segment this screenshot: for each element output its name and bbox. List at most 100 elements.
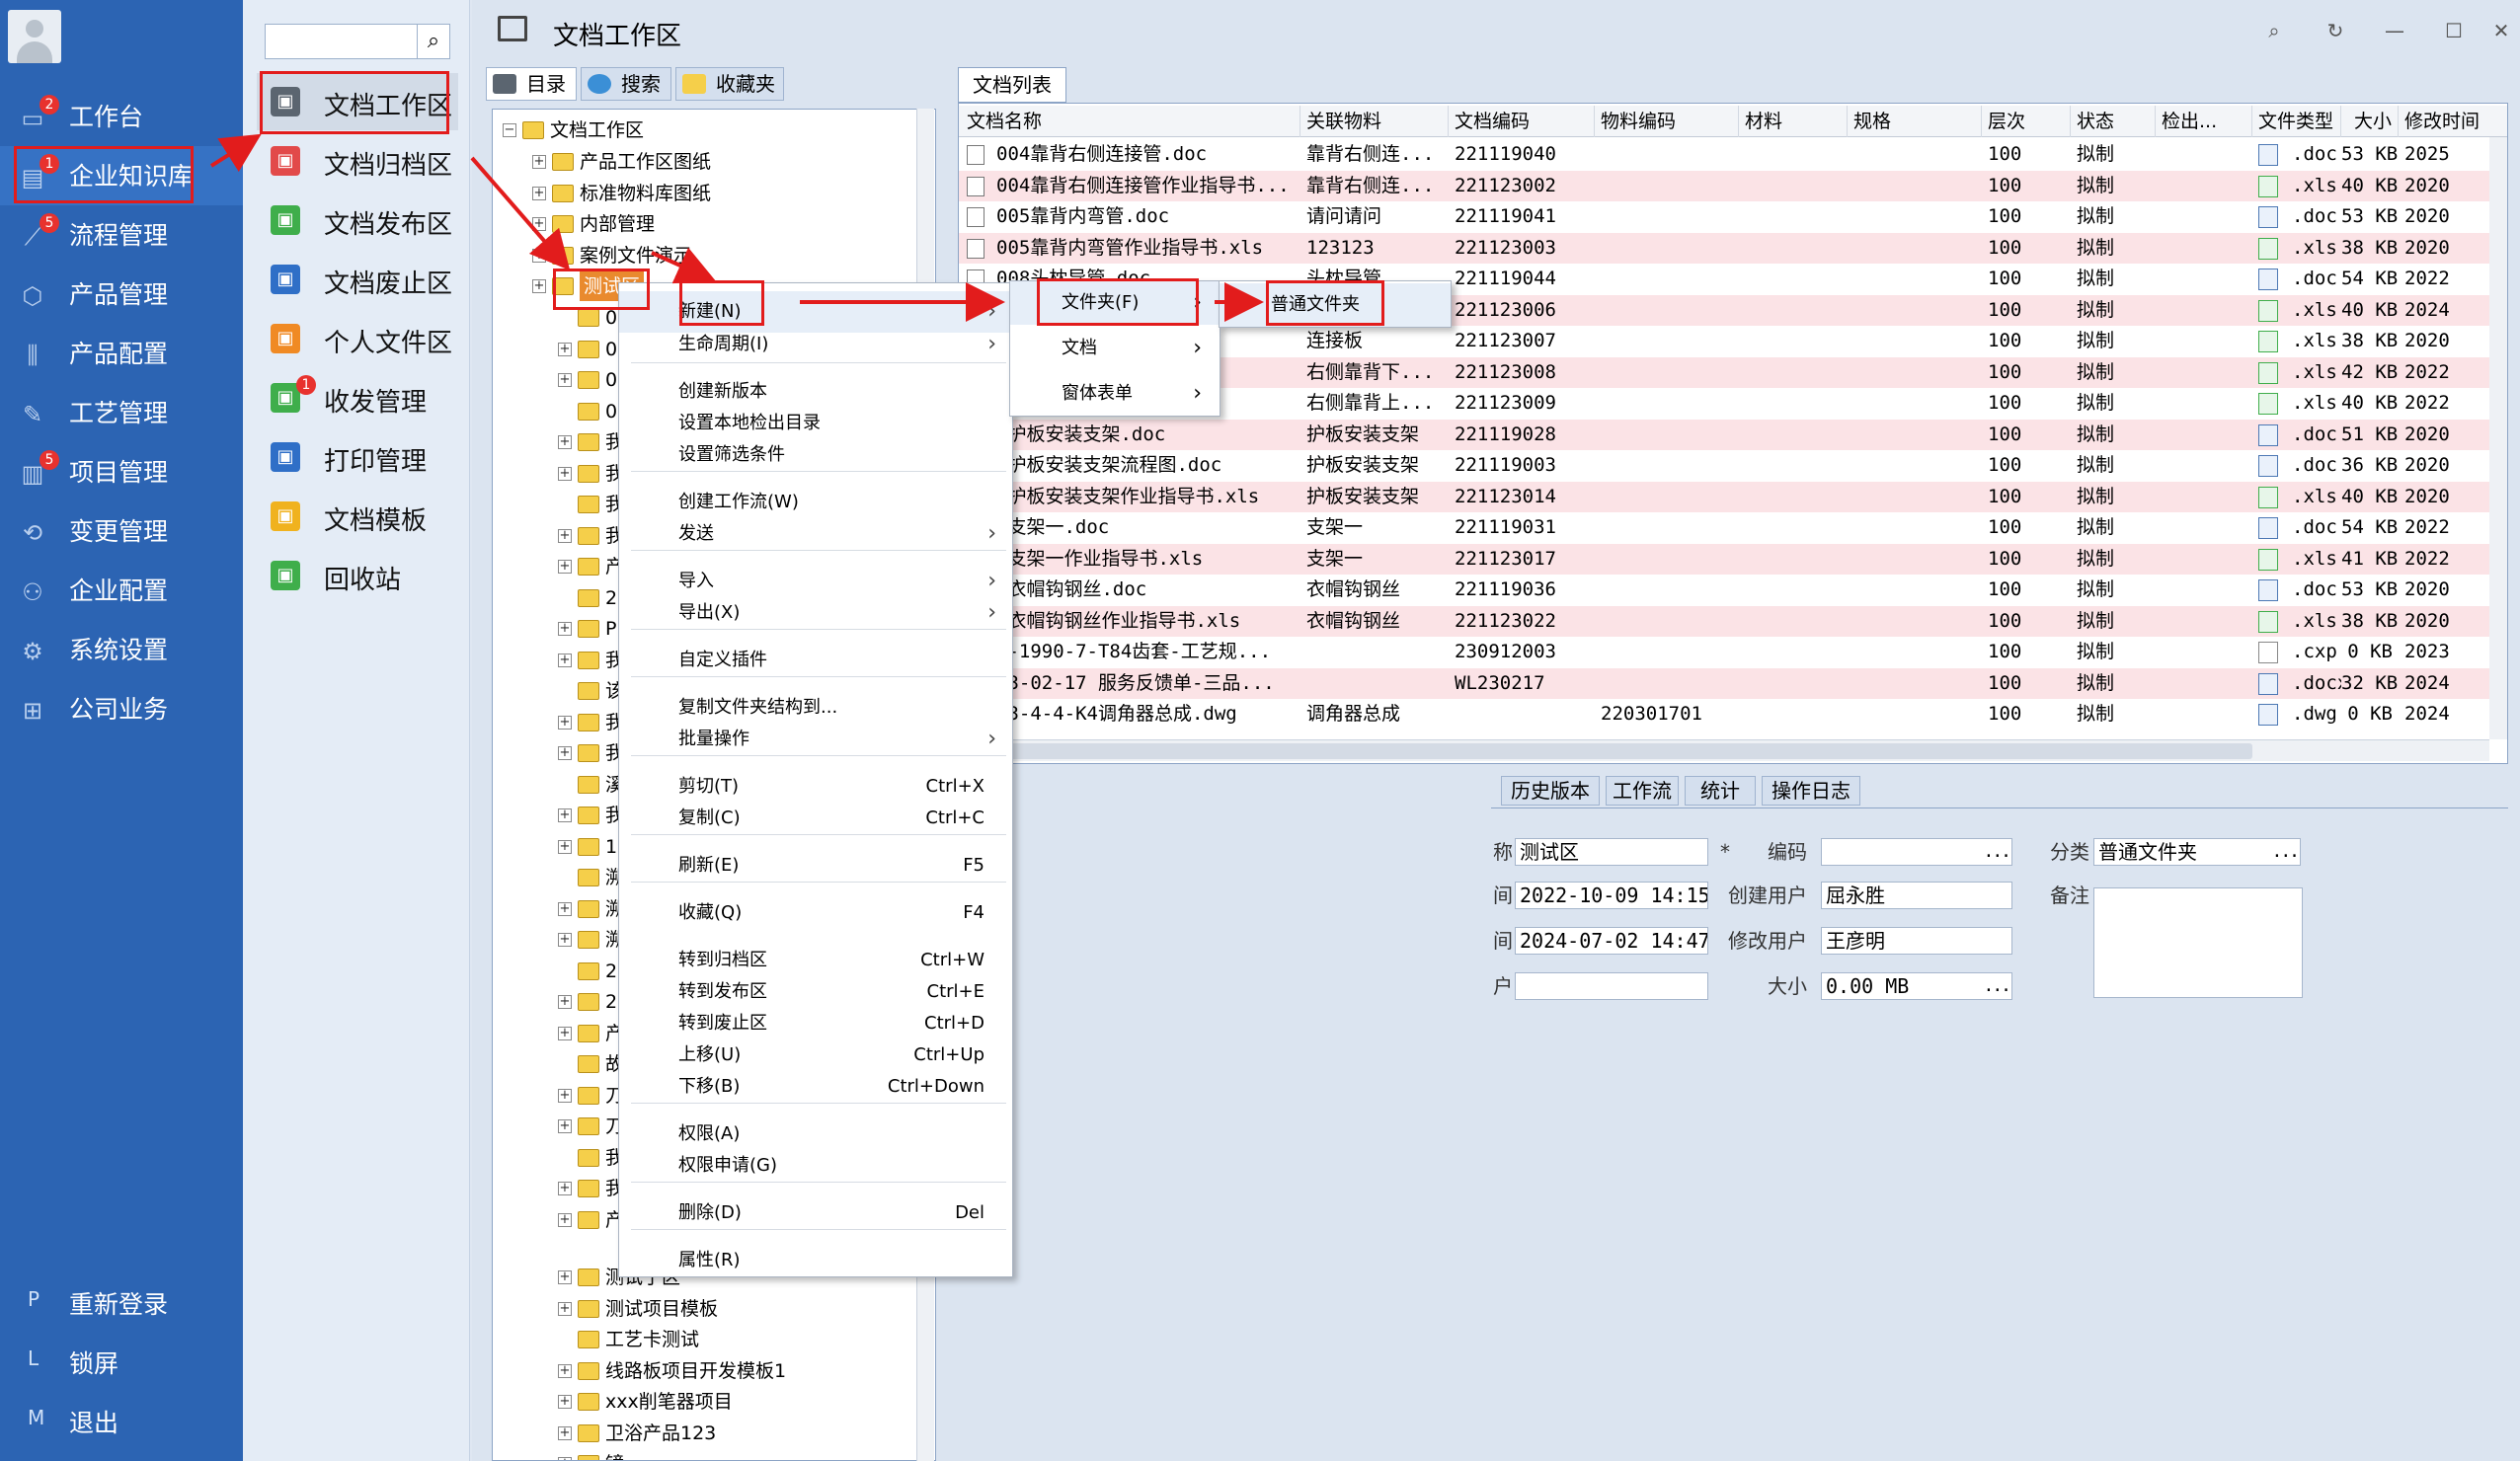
expand-toggle-icon[interactable]: +	[558, 808, 572, 822]
tree-node[interactable]: + 卫浴产品123	[493, 1419, 935, 1450]
expand-toggle-icon[interactable]: +	[558, 373, 572, 387]
table-row[interactable]: 6护板安装支架流程图.doc 护板安装支架 221119003 100 拟制 .doc 36…	[959, 450, 2507, 482]
close-icon[interactable]: ✕	[2486, 16, 2516, 45]
submenu-item[interactable]: 文档 ›	[1010, 327, 1220, 370]
expand-toggle-icon[interactable]: +	[558, 1026, 572, 1040]
column-header[interactable]: 关联物料	[1300, 106, 1449, 137]
tree-node[interactable]: + 案例文件演示	[493, 241, 935, 272]
context-menu-item[interactable]: 下移(B) Ctrl+Down	[619, 1071, 1014, 1103]
table-row[interactable]: 6护板安装支架作业指导书.xls 护板安装支架 221123014 100 拟制 .xls…	[959, 481, 2507, 512]
table-row[interactable]: 9支架一.doc 支架一 221119031 100 拟制 .doc 54 KB 2022	[959, 512, 2507, 544]
expand-toggle-icon[interactable]: +	[558, 435, 572, 449]
tab-catalog[interactable]: 目录	[486, 67, 577, 101]
minimize-icon[interactable]: —	[2380, 16, 2409, 45]
detail-tab[interactable]: 统计	[1685, 776, 1756, 806]
sub-item-7[interactable]: ▣ 文档模板	[257, 488, 458, 545]
logout-button[interactable]: M 退出	[0, 1392, 243, 1447]
expand-toggle-icon[interactable]: +	[558, 1301, 572, 1316]
browse-icon[interactable]: ...	[1983, 839, 2010, 865]
context-menu-item[interactable]: 批量操作 ›	[619, 724, 1014, 755]
context-menu-item[interactable]: 复制文件夹结构到...	[619, 692, 1014, 724]
nav-item-10[interactable]: ⊞ 公司业务	[0, 679, 243, 738]
sub-item-0[interactable]: ▣ 文档工作区	[257, 73, 458, 130]
table-row[interactable]: 004靠背右侧连接管作业指导书... 靠背右侧连... 221123002 100 拟制…	[959, 170, 2507, 201]
expand-toggle-icon[interactable]: +	[558, 342, 572, 356]
tree-node[interactable]: + 线路板项目开发模板1	[493, 1356, 935, 1388]
nav-item-1[interactable]: ▤ 企业知识库 1	[0, 146, 243, 205]
expand-toggle-icon[interactable]: +	[558, 1212, 572, 1227]
vertical-scrollbar[interactable]	[2489, 137, 2507, 739]
column-header[interactable]: 状态	[2071, 106, 2156, 137]
table-row[interactable]: 4衣帽钩钢丝.doc 衣帽钩钢丝 221119036 100 拟制 .doc 53 KB 20…	[959, 575, 2507, 606]
context-menu-item[interactable]: 转到发布区 Ctrl+E	[619, 976, 1014, 1008]
tree-node[interactable]: + xxx削笔器项目	[493, 1387, 935, 1419]
column-header[interactable]: 规格	[1848, 106, 1982, 137]
tab-search[interactable]: 搜索	[581, 67, 671, 101]
create-time-field[interactable]: 2022-10-09 14:15:36	[1515, 882, 1708, 909]
creator-field[interactable]: 屈永胜	[1821, 882, 2012, 909]
nav-item-9[interactable]: ⚙ 系统设置	[0, 620, 243, 679]
table-row[interactable]: 9支架一作业指导书.xls 支架一 221123017 100 拟制 .xls 41 KB 2…	[959, 543, 2507, 575]
nav-item-0[interactable]: ▭ 工作台 2	[0, 87, 243, 146]
expand-toggle-icon[interactable]: +	[558, 715, 572, 730]
expand-toggle-icon[interactable]: +	[532, 279, 546, 293]
context-menu-item[interactable]: 转到归档区 Ctrl+W	[619, 945, 1014, 976]
column-header[interactable]: 层次	[1982, 106, 2071, 137]
nav-item-8[interactable]: ⚇ 企业配置	[0, 561, 243, 620]
context-menu-item[interactable]: 设置本地检出目录	[619, 408, 1014, 439]
search-icon[interactable]: ⌕	[2259, 16, 2289, 45]
context-menu-item[interactable]: 自定义插件	[619, 645, 1014, 676]
column-header[interactable]: 大小	[2341, 106, 2399, 137]
nav-item-5[interactable]: ✎ 工艺管理	[0, 383, 243, 442]
table-row[interactable]: 004靠背右侧连接管.doc 靠背右侧连... 221119040 100 拟制 .doc…	[959, 139, 2507, 171]
owner-field[interactable]	[1515, 972, 1708, 1000]
tree-node[interactable]: + 标准物料库图纸	[493, 179, 935, 210]
nav-item-3[interactable]: ⬡ 产品管理	[0, 265, 243, 324]
maximize-icon[interactable]: ☐	[2439, 16, 2469, 45]
expand-toggle-icon[interactable]: +	[558, 466, 572, 481]
expand-toggle-icon[interactable]: +	[558, 1395, 572, 1409]
modifier-field[interactable]: 王彦明	[1821, 927, 2012, 955]
tree-node[interactable]: − 文档工作区	[493, 115, 935, 147]
context-menu-item[interactable]: 创建新版本	[619, 376, 1014, 408]
sub-item-8[interactable]: ▣ 回收站	[257, 547, 458, 604]
lock-screen-button[interactable]: L 锁屏	[0, 1333, 243, 1388]
context-menu-item[interactable]: 导入 ›	[619, 566, 1014, 597]
expand-toggle-icon[interactable]: +	[558, 1363, 572, 1378]
tab-document-list[interactable]: 文档列表	[958, 67, 1066, 103]
column-header[interactable]: 材料	[1739, 106, 1848, 137]
expand-toggle-icon[interactable]: +	[558, 622, 572, 636]
sub-item-6[interactable]: ▣ 打印管理	[257, 428, 458, 486]
context-menu-item[interactable]: 生命周期(I) ›	[619, 329, 1014, 360]
nav-item-6[interactable]: ▥ 项目管理 5	[0, 442, 243, 501]
horizontal-scrollbar[interactable]	[959, 739, 2489, 761]
expand-toggle-icon[interactable]: +	[558, 1182, 572, 1195]
size-field[interactable]: 0.00 MB...	[1821, 972, 2012, 1000]
expand-toggle-icon[interactable]: +	[558, 1457, 572, 1460]
table-row[interactable]: 005靠背内弯管.doc 请问请问 221119041 100 拟制 .doc 53 KB 2…	[959, 201, 2507, 233]
expand-toggle-icon[interactable]: +	[532, 248, 546, 263]
modify-time-field[interactable]: 2024-07-02 14:47:12	[1515, 927, 1708, 955]
context-menu-item[interactable]: 转到废止区 Ctrl+D	[619, 1008, 1014, 1039]
expand-toggle-icon[interactable]: +	[558, 560, 572, 574]
table-row[interactable]: 005靠背内弯管作业指导书.xls 123123 221123003 100 拟制 .xl…	[959, 232, 2507, 264]
detail-tab[interactable]: 工作流	[1606, 776, 1679, 806]
browse-icon[interactable]: ...	[2271, 839, 2299, 865]
sub-item-1[interactable]: ▣ 文档归档区	[257, 132, 458, 190]
category-field[interactable]: 普通文件夹...	[2093, 838, 2301, 866]
expand-toggle-icon[interactable]: +	[558, 1425, 572, 1440]
expand-toggle-icon[interactable]: +	[558, 901, 572, 916]
expand-toggle-icon[interactable]: +	[558, 995, 572, 1009]
note-field[interactable]	[2093, 887, 2303, 998]
expand-toggle-icon[interactable]: +	[532, 155, 546, 169]
sub-search-input[interactable]	[265, 24, 421, 59]
table-row[interactable]: 6护板安装支架.doc 护板安装支架 221119028 100 拟制 .doc 51 KB…	[959, 419, 2507, 450]
tree-node[interactable]: + 镜...	[493, 1449, 935, 1460]
search-icon[interactable]: ⌕	[417, 24, 450, 59]
column-header[interactable]: 检出...	[2156, 106, 2252, 137]
submenu-item[interactable]: 普通文件夹	[1220, 283, 1451, 327]
table-row[interactable]: 23-02-17 服务反馈单-三品... WL230217 100 拟制 .docx32…	[959, 667, 2507, 699]
expand-toggle-icon[interactable]: +	[558, 653, 572, 667]
submenu-item[interactable]: 窗体表单 ›	[1010, 372, 1220, 416]
expand-toggle-icon[interactable]: −	[503, 123, 516, 137]
